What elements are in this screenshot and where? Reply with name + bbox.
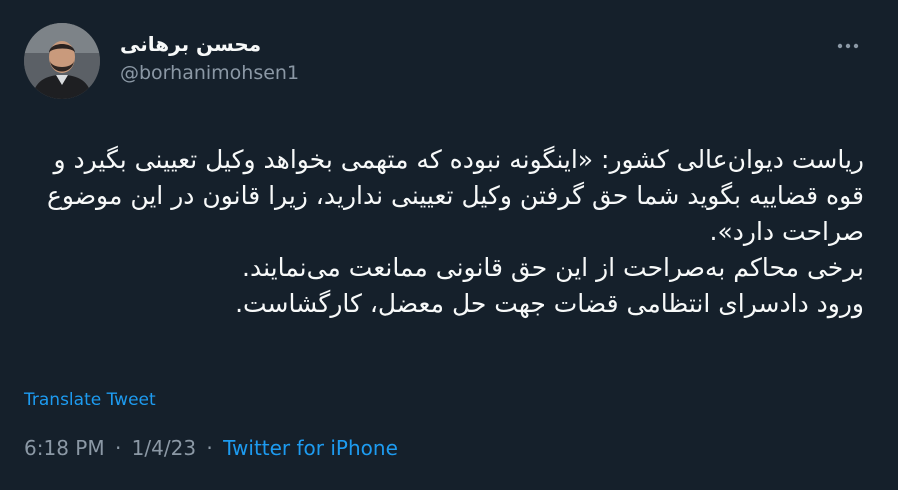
tweet-source-link[interactable]: Twitter for iPhone <box>223 436 398 460</box>
tweet-text: ریاست دیوان‌عالی کشور: «اینگونه نبوده که… <box>47 145 864 318</box>
translate-tweet-link[interactable]: Translate Tweet <box>24 390 156 410</box>
more-dots-icon <box>837 43 859 49</box>
more-options-button[interactable] <box>832 30 864 62</box>
author-handle[interactable]: @borhanimohsen1 <box>120 62 299 84</box>
tweet-time[interactable]: 6:18 PM <box>24 436 105 460</box>
meta-separator: · <box>206 436 213 460</box>
meta-separator: · <box>114 436 122 460</box>
tweet-card: محسن برهانی @borhanimohsen1 ریاست دیوان‌… <box>0 0 898 490</box>
author-display-name[interactable]: محسن برهانی <box>120 32 261 56</box>
avatar[interactable] <box>24 23 100 99</box>
profile-photo-icon <box>24 23 100 99</box>
tweet-meta: 6:18 PM · 1/4/23 · Twitter for iPhone <box>24 436 398 460</box>
tweet-date[interactable]: 1/4/23 <box>132 436 196 460</box>
